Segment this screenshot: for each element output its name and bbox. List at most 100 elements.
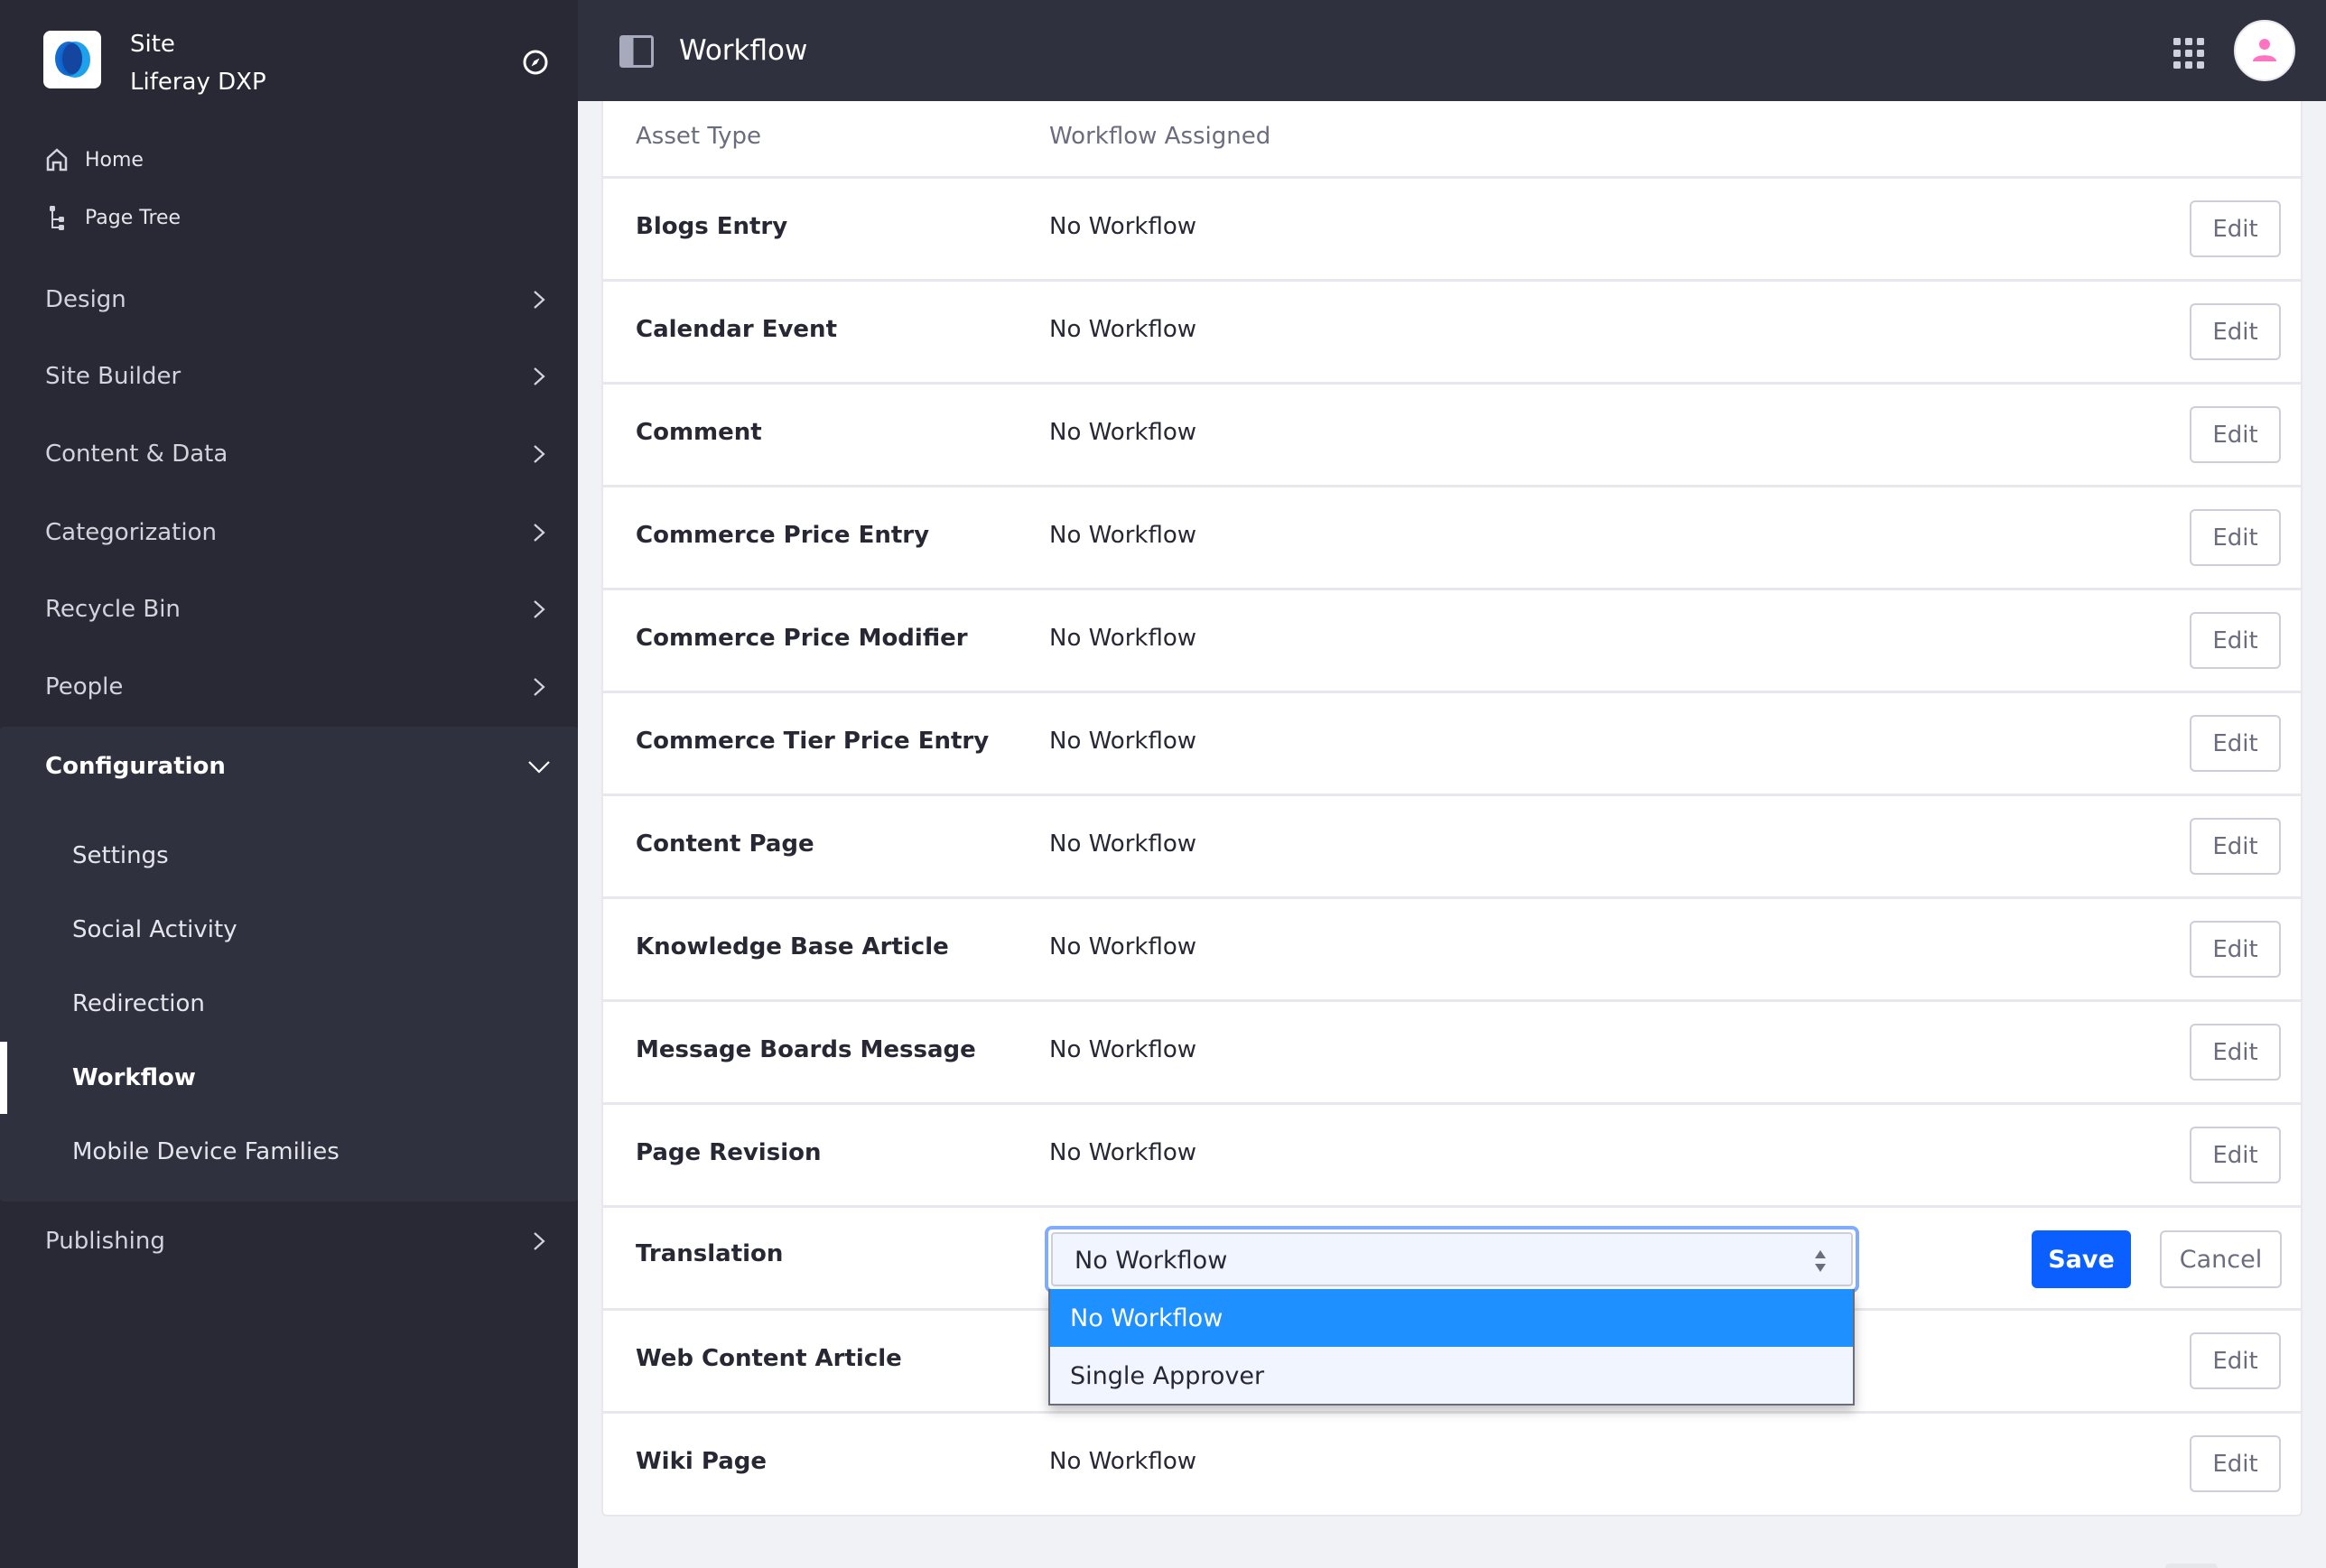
edit-button[interactable]: Edit — [2190, 509, 2281, 566]
nav-item-redirection[interactable]: Redirection — [0, 968, 578, 1040]
edit-button[interactable]: Edit — [2190, 921, 2281, 978]
quick-link-label: Page Tree — [85, 206, 181, 229]
workflow-assigned-cell: No Workflow — [1049, 522, 1197, 549]
chevron-right-icon — [534, 367, 545, 385]
nav-section-design[interactable]: Design — [0, 268, 578, 331]
nav-item-mobile-device-families[interactable]: Mobile Device Families — [0, 1116, 578, 1188]
quick-link-home[interactable]: Home — [43, 142, 144, 178]
asset-type-cell: Page Revision — [636, 1139, 822, 1166]
nav-section-label: Configuration — [45, 753, 226, 780]
nav-section-content-data[interactable]: Content & Data — [0, 422, 578, 486]
chevron-right-icon — [534, 291, 545, 309]
nav-section-label: Recycle Bin — [45, 596, 181, 623]
nav-section-site-builder[interactable]: Site Builder — [0, 345, 578, 408]
save-button[interactable]: Save — [2032, 1230, 2131, 1288]
grid-icon[interactable] — [2173, 38, 2204, 69]
column-header-workflow-assigned: Workflow Assigned — [1049, 123, 1271, 150]
edit-button[interactable]: Edit — [2190, 612, 2281, 669]
home-icon — [43, 146, 70, 173]
nav-section-people[interactable]: People — [0, 655, 578, 719]
table-row: Page Revision No Workflow Edit — [603, 1105, 2301, 1208]
control-menu: Workflow — [578, 0, 2326, 101]
nav-item-label: Social Activity — [72, 916, 237, 943]
workflow-assigned-cell: No Workflow — [1049, 213, 1197, 240]
sidebar-toggle-icon[interactable] — [619, 35, 654, 68]
quick-link-label: Home — [85, 148, 144, 172]
site-logo[interactable] — [43, 31, 101, 88]
workflow-select[interactable]: No Workflow — [1045, 1226, 1859, 1293]
nav-item-settings[interactable]: Settings — [0, 820, 578, 892]
workflow-select-dropdown: No Workflow Single Approver — [1048, 1289, 1855, 1406]
asset-type-cell: Content Page — [636, 830, 814, 858]
asset-type-cell: Commerce Tier Price Entry — [636, 728, 990, 755]
nav-item-label: Redirection — [72, 990, 205, 1017]
nav-section-label: Site Builder — [45, 363, 181, 390]
workflow-assigned-cell: No Workflow — [1049, 728, 1197, 755]
table-row: Commerce Tier Price Entry No Workflow Edit — [603, 693, 2301, 796]
asset-type-cell: Wiki Page — [636, 1448, 767, 1475]
chevron-right-icon — [534, 600, 545, 618]
site-header: Site Liferay DXP — [43, 31, 549, 96]
nav-item-workflow[interactable]: Workflow — [0, 1042, 578, 1114]
configuration-panel: Configuration Settings Social Activity R… — [0, 727, 578, 1202]
edit-button[interactable]: Edit — [2190, 303, 2281, 360]
edit-button[interactable]: Edit — [2190, 1024, 2281, 1081]
asset-type-cell: Blogs Entry — [636, 213, 788, 240]
quick-link-page-tree[interactable]: Page Tree — [43, 199, 181, 236]
asset-type-cell: Message Boards Message — [636, 1036, 976, 1063]
nav-section-label: Content & Data — [45, 441, 228, 468]
edit-button[interactable]: Edit — [2190, 1435, 2281, 1492]
site-label: Site — [130, 31, 175, 58]
user-avatar[interactable] — [2234, 20, 2295, 81]
nav-item-social-activity[interactable]: Social Activity — [0, 894, 578, 966]
edit-button[interactable]: Edit — [2190, 1332, 2281, 1389]
asset-type-cell: Web Content Article — [636, 1345, 902, 1372]
workflow-assigned-cell: No Workflow — [1049, 625, 1197, 652]
nav-section-label: People — [45, 673, 124, 700]
chevron-right-icon — [534, 524, 545, 542]
column-header-asset-type: Asset Type — [636, 123, 762, 150]
table-row: Comment No Workflow Edit — [603, 385, 2301, 487]
edit-button[interactable]: Edit — [2190, 818, 2281, 875]
edit-button[interactable]: Edit — [2190, 406, 2281, 463]
nav-item-label: Workflow — [72, 1064, 196, 1091]
select-arrows-icon — [1815, 1250, 1826, 1272]
scroll-indicator[interactable] — [2165, 1563, 2218, 1568]
asset-type-cell: Comment — [636, 419, 762, 446]
workflow-assigned-cell: No Workflow — [1049, 830, 1197, 858]
nav-section-categorization[interactable]: Categorization — [0, 501, 578, 564]
nav-item-label: Mobile Device Families — [72, 1138, 340, 1165]
table-header: Asset Type Workflow Assigned — [603, 101, 2301, 179]
workflow-assigned-cell: No Workflow — [1049, 933, 1197, 960]
nav-section-label: Categorization — [45, 519, 217, 546]
chevron-right-icon — [534, 445, 545, 463]
workflow-assigned-cell: No Workflow — [1049, 419, 1197, 446]
workflow-assigned-cell: No Workflow — [1049, 1448, 1197, 1475]
workflow-assigned-cell: No Workflow — [1049, 1036, 1197, 1063]
asset-type-cell: Commerce Price Entry — [636, 522, 930, 549]
cancel-button[interactable]: Cancel — [2160, 1230, 2282, 1288]
table-row: Content Page No Workflow Edit — [603, 796, 2301, 899]
page-tree-icon — [43, 204, 70, 231]
edit-button[interactable]: Edit — [2190, 715, 2281, 772]
page-title: Workflow — [679, 34, 808, 67]
workflow-select-box[interactable]: No Workflow — [1051, 1232, 1853, 1286]
table-row: Blogs Entry No Workflow Edit — [603, 179, 2301, 282]
asset-type-cell: Calendar Event — [636, 316, 837, 343]
edit-button[interactable]: Edit — [2190, 200, 2281, 257]
chevron-right-icon — [534, 678, 545, 696]
compass-icon[interactable] — [522, 49, 549, 76]
chevron-right-icon — [534, 1232, 545, 1250]
product-menu: Site Liferay DXP Home Page Tree Design S… — [0, 0, 578, 1568]
nav-section-publishing[interactable]: Publishing — [0, 1210, 578, 1273]
edit-button[interactable]: Edit — [2190, 1127, 2281, 1183]
chevron-down-icon — [528, 761, 550, 774]
dropdown-option-no-workflow[interactable]: No Workflow — [1050, 1289, 1853, 1347]
table-row: Wiki Page No Workflow Edit — [603, 1414, 2301, 1517]
nav-section-configuration[interactable]: Configuration — [0, 727, 578, 806]
dropdown-option-single-approver[interactable]: Single Approver — [1050, 1347, 1853, 1405]
asset-type-cell: Translation — [636, 1240, 784, 1267]
nav-section-recycle-bin[interactable]: Recycle Bin — [0, 578, 578, 641]
asset-type-cell: Commerce Price Modifier — [636, 625, 968, 652]
site-name: Liferay DXP — [130, 69, 266, 96]
